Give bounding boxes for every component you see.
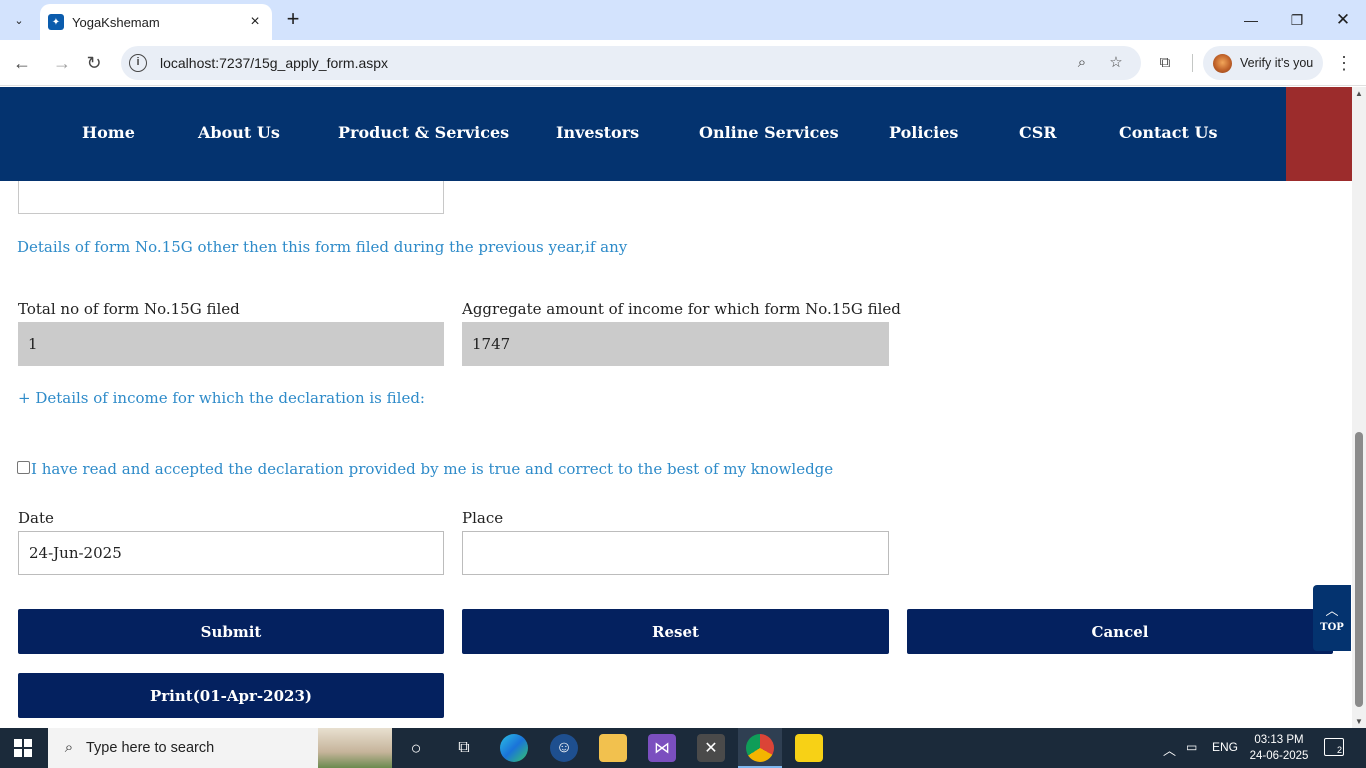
reload-icon[interactable]: ↻: [82, 51, 106, 75]
declaration-text[interactable]: I have read and accepted the declaration…: [31, 460, 833, 478]
nav-csr[interactable]: CSR: [1019, 123, 1057, 142]
visual-studio-icon[interactable]: ⋈: [648, 734, 676, 762]
print-button[interactable]: Print(01-Apr-2023): [18, 673, 444, 718]
show-hidden-icons-chevron-icon[interactable]: ︿: [1163, 740, 1176, 759]
search-placeholder: Type here to search: [86, 740, 215, 756]
address-bar[interactable]: i localhost:7237/15g_apply_form.aspx ⌕ ☆: [121, 46, 1141, 80]
toolbar-separator: [1192, 54, 1193, 72]
search-highlight-image: [318, 728, 392, 768]
submit-button[interactable]: Submit: [18, 609, 444, 654]
site-navbar: Home About Us Product & Services Investo…: [0, 87, 1352, 181]
clock-time: 03:13 PM: [1254, 734, 1304, 746]
new-tab-icon[interactable]: +: [281, 8, 305, 32]
back-to-top-button[interactable]: ︿ TOP: [1313, 585, 1351, 651]
url-text[interactable]: localhost:7237/15g_apply_form.aspx: [160, 55, 388, 71]
bookmark-star-icon[interactable]: ☆: [1106, 53, 1126, 73]
scroll-thumb[interactable]: [1355, 432, 1363, 707]
windows-start-icon[interactable]: [14, 739, 32, 757]
back-icon[interactable]: ←: [10, 51, 34, 75]
total-forms-label: Total no of form No.15G filed: [18, 300, 240, 318]
aggregate-amount-field[interactable]: 1747: [462, 322, 889, 366]
close-tab-icon[interactable]: ×: [246, 13, 264, 31]
chat-app-icon[interactable]: ☺: [550, 734, 578, 762]
date-label: Date: [18, 509, 54, 527]
clock-date: 24-06-2025: [1249, 750, 1309, 762]
forward-icon[interactable]: →: [50, 51, 74, 75]
notification-center-icon[interactable]: 2: [1324, 738, 1344, 756]
task-view-icon[interactable]: ⧉: [450, 734, 478, 762]
cancel-button[interactable]: Cancel: [907, 609, 1333, 654]
income-details-toggle[interactable]: + Details of income for which the declar…: [18, 389, 425, 407]
taskbar-search-box[interactable]: ⌕ Type here to search: [48, 728, 392, 768]
chrome-browser-icon[interactable]: [746, 734, 774, 762]
page-viewport: Home About Us Product & Services Investo…: [0, 87, 1352, 728]
nav-contact-us[interactable]: Contact Us: [1119, 123, 1217, 142]
tools-app-icon[interactable]: ✕: [697, 734, 725, 762]
nav-product-services[interactable]: Product & Services: [338, 123, 509, 142]
avatar: [1213, 53, 1232, 73]
declaration-checkbox[interactable]: [17, 461, 30, 474]
page-scrollbar[interactable]: ▲ ▼: [1352, 87, 1366, 728]
minimize-icon[interactable]: —: [1228, 0, 1274, 40]
total-forms-field[interactable]: 1: [18, 322, 444, 366]
reset-button[interactable]: Reset: [462, 609, 889, 654]
verify-label: Verify it's you: [1240, 56, 1314, 70]
top-label: TOP: [1320, 621, 1344, 633]
windows-taskbar: ⌕ Type here to search ○ ⧉ ☺ ⋈ ✕ ︿ ▭ ENG …: [0, 728, 1366, 768]
place-input[interactable]: [462, 531, 889, 575]
profile-verify-button[interactable]: Verify it's you: [1203, 46, 1323, 80]
language-indicator[interactable]: ENG: [1212, 740, 1238, 754]
tab-title: YogaKshemam: [72, 14, 160, 30]
system-clock[interactable]: 03:13 PM 24-06-2025: [1248, 732, 1310, 764]
browser-menu-icon[interactable]: ⋮: [1334, 52, 1354, 74]
sticky-notes-icon[interactable]: [795, 734, 823, 762]
date-input[interactable]: 24-Jun-2025: [18, 531, 444, 575]
browser-toolbar: ← → ↻ i localhost:7237/15g_apply_form.as…: [0, 40, 1366, 86]
cortana-circle-icon[interactable]: ○: [402, 734, 430, 762]
nav-home[interactable]: Home: [82, 123, 135, 142]
search-icon: ⌕: [64, 739, 74, 756]
nav-about-us[interactable]: About Us: [198, 123, 280, 142]
aggregate-amount-label: Aggregate amount of income for which for…: [462, 300, 901, 318]
chevron-up-icon: ︿: [1325, 602, 1339, 618]
extensions-puzzle-icon[interactable]: ⧉: [1154, 52, 1176, 74]
browser-tab[interactable]: ✦ YogaKshemam ×: [40, 4, 272, 40]
nav-investors[interactable]: Investors: [556, 123, 639, 142]
window-close-icon[interactable]: ✕: [1320, 0, 1366, 40]
previous-field-bottom[interactable]: [18, 177, 444, 214]
tab-search-chevron-icon[interactable]: ⌄: [6, 8, 32, 32]
other-forms-heading: Details of form No.15G other then this f…: [17, 238, 628, 256]
edge-browser-icon[interactable]: [500, 734, 528, 762]
nav-policies[interactable]: Policies: [889, 123, 958, 142]
zoom-icon[interactable]: ⌕: [1072, 53, 1092, 73]
site-info-icon[interactable]: i: [129, 54, 147, 72]
site-favicon-icon: ✦: [48, 14, 64, 30]
nav-accent-block[interactable]: [1286, 87, 1352, 181]
network-icon[interactable]: ▭: [1186, 740, 1197, 754]
scroll-down-arrow-icon[interactable]: ▼: [1355, 717, 1363, 726]
scroll-up-arrow-icon[interactable]: ▲: [1355, 89, 1363, 98]
restore-icon[interactable]: ❐: [1274, 0, 1320, 40]
nav-online-services[interactable]: Online Services: [699, 123, 839, 142]
place-label: Place: [462, 509, 504, 527]
file-explorer-icon[interactable]: [599, 734, 627, 762]
browser-tab-strip: ⌄ ✦ YogaKshemam × + — ❐ ✕: [0, 0, 1366, 40]
notification-count: 2: [1336, 745, 1342, 755]
